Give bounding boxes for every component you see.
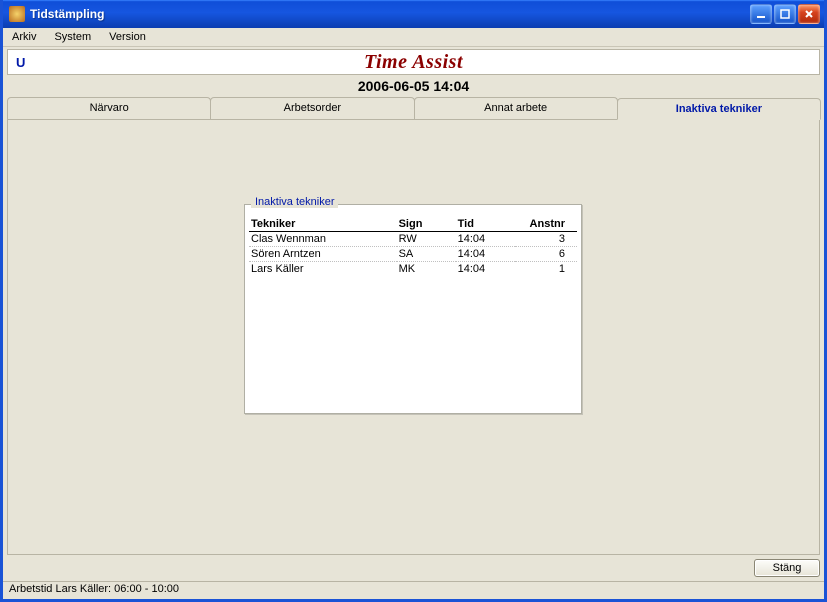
menu-bar: Arkiv System Version	[3, 28, 824, 47]
app-window: Tidstämpling Arkiv System Version U Time…	[0, 0, 827, 602]
tab-label: Annat arbete	[484, 102, 547, 114]
close-button[interactable]	[798, 4, 820, 24]
cell-tekniker: Clas Wennman	[249, 232, 397, 247]
status-bar: Arbetstid Lars Käller: 06:00 - 10:00	[3, 581, 824, 599]
cell-tid: 14:04	[456, 232, 515, 247]
cell-tekniker: Sören Arntzen	[249, 247, 397, 262]
tab-narvaro[interactable]: Närvaro	[7, 97, 211, 119]
menu-system[interactable]: System	[51, 30, 94, 44]
col-tekniker: Tekniker	[249, 217, 397, 232]
minimize-icon	[756, 9, 766, 19]
cell-tid: 14:04	[456, 247, 515, 262]
col-anstnr: Anstnr	[515, 217, 577, 232]
window-buttons	[750, 4, 820, 24]
menu-version[interactable]: Version	[106, 30, 149, 44]
table-header-row: Tekniker Sign Tid Anstnr	[249, 217, 577, 232]
tab-inaktiva-tekniker[interactable]: Inaktiva tekniker	[617, 98, 821, 120]
tab-strip: Närvaro Arbetsorder Annat arbete Inaktiv…	[7, 97, 820, 120]
cell-anstnr: 1	[515, 262, 577, 277]
tab-label: Inaktiva tekniker	[676, 103, 762, 115]
close-dialog-button[interactable]: Stäng	[754, 559, 820, 577]
cell-anstnr: 3	[515, 232, 577, 247]
tab-label: Närvaro	[90, 102, 129, 114]
current-datetime: 2006-06-05 14:04	[3, 75, 824, 97]
status-text: Arbetstid Lars Käller: 06:00 - 10:00	[9, 583, 179, 595]
brand-title: Time Assist	[364, 51, 463, 74]
table-row[interactable]: Lars Käller MK 14:04 1	[249, 262, 577, 277]
cell-sign: SA	[397, 247, 456, 262]
table-row[interactable]: Clas Wennman RW 14:04 3	[249, 232, 577, 247]
cell-anstnr: 6	[515, 247, 577, 262]
window-title: Tidstämpling	[30, 7, 750, 21]
menu-arkiv[interactable]: Arkiv	[9, 30, 39, 44]
cell-sign: MK	[397, 262, 456, 277]
app-icon	[9, 6, 25, 22]
cell-sign: RW	[397, 232, 456, 247]
close-icon	[804, 9, 814, 19]
cell-tid: 14:04	[456, 262, 515, 277]
u-label: U	[16, 55, 25, 70]
technicians-table: Tekniker Sign Tid Anstnr Clas Wennman RW…	[249, 217, 577, 276]
table-row[interactable]: Sören Arntzen SA 14:04 6	[249, 247, 577, 262]
minimize-button[interactable]	[750, 4, 772, 24]
header-band: U Time Assist	[7, 49, 820, 75]
maximize-icon	[780, 9, 790, 19]
col-sign: Sign	[397, 217, 456, 232]
maximize-button[interactable]	[774, 4, 796, 24]
cell-tekniker: Lars Käller	[249, 262, 397, 277]
tab-label: Arbetsorder	[284, 102, 341, 114]
col-tid: Tid	[456, 217, 515, 232]
close-button-label: Stäng	[773, 562, 802, 574]
tab-body: Inaktiva tekniker Tekniker Sign Tid Anst…	[7, 120, 820, 555]
footer-bar: Stäng	[7, 559, 820, 577]
title-bar: Tidstämpling	[3, 0, 824, 28]
tab-arbetsorder[interactable]: Arbetsorder	[210, 97, 414, 119]
inactive-technicians-panel: Inaktiva tekniker Tekniker Sign Tid Anst…	[244, 204, 582, 414]
tab-annat-arbete[interactable]: Annat arbete	[414, 97, 618, 119]
panel-caption: Inaktiva tekniker	[251, 196, 338, 208]
